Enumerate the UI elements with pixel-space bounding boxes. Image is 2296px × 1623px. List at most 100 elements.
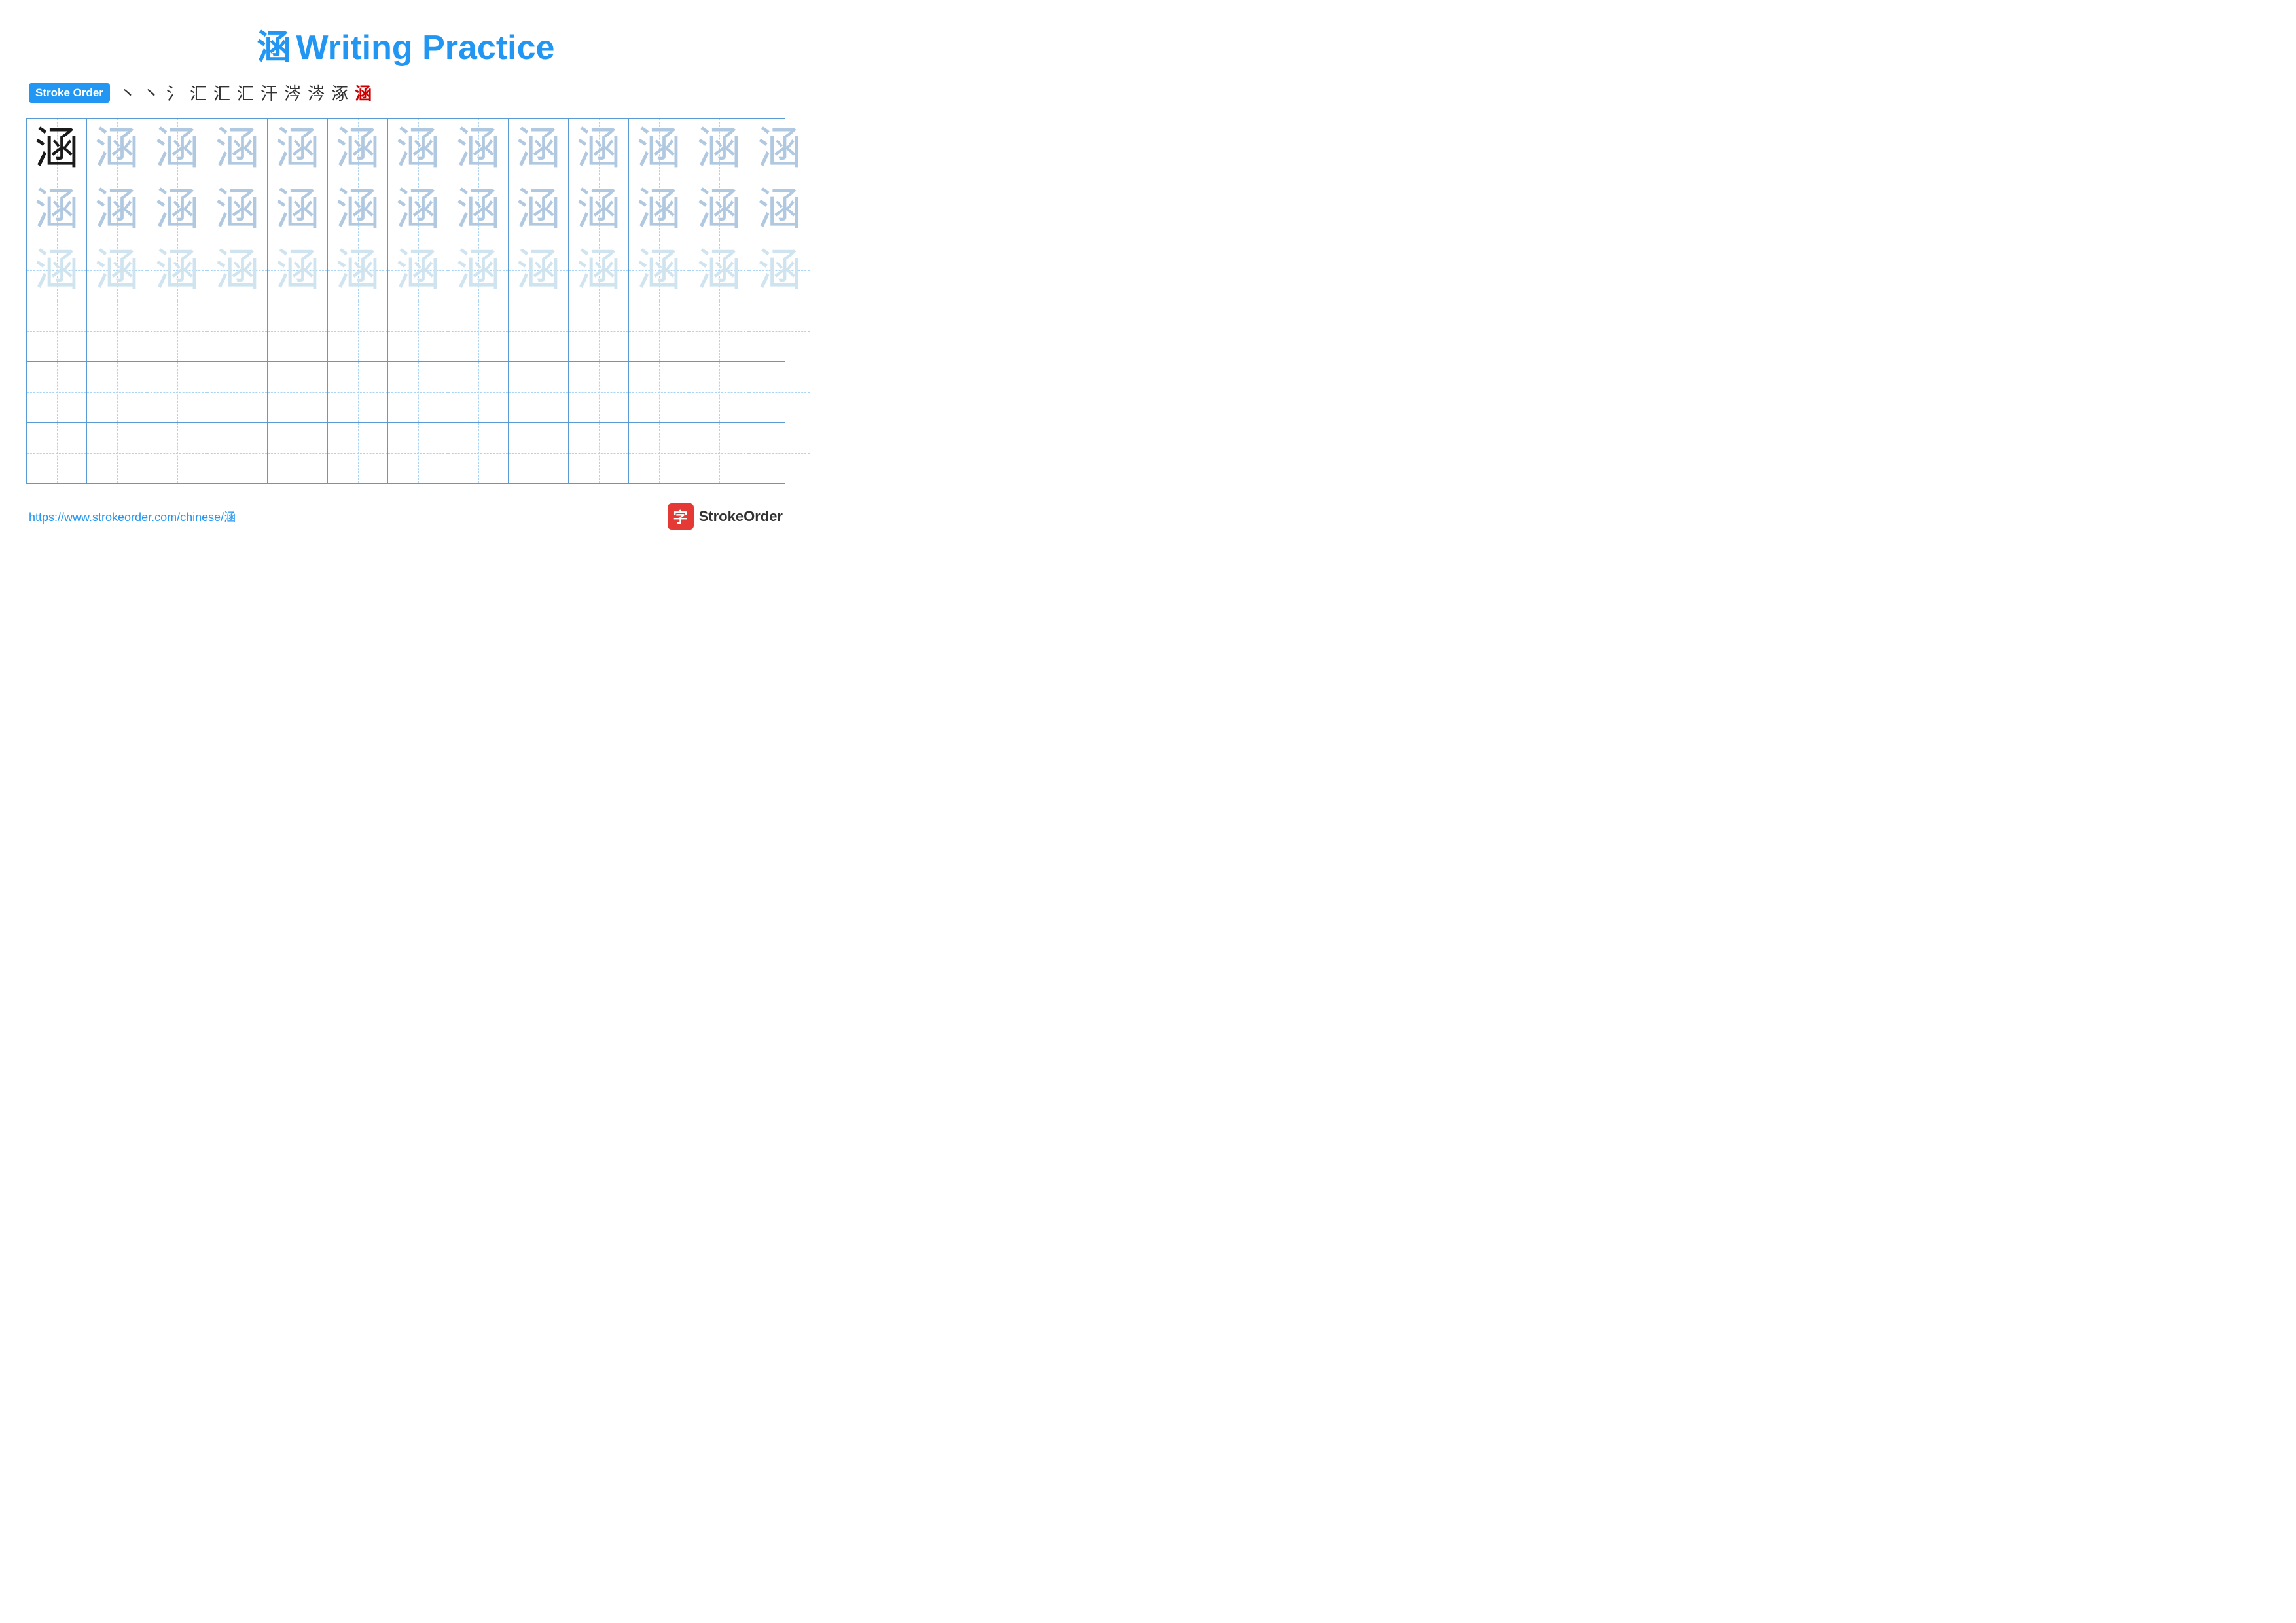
grid-cell-r1-c7[interactable]: 涵 (388, 119, 448, 179)
cell-character: 涵 (215, 126, 259, 171)
grid-cell-r6-c3[interactable] (147, 423, 207, 483)
grid-cell-r1-c11[interactable]: 涵 (629, 119, 689, 179)
grid-cell-r4-c6[interactable] (328, 301, 388, 361)
grid-cell-r6-c4[interactable] (207, 423, 268, 483)
grid-cell-r6-c11[interactable] (629, 423, 689, 483)
stroke-11-final: 涵 (355, 81, 372, 105)
brand-icon: 字 (668, 503, 694, 530)
grid-cell-r6-c12[interactable] (689, 423, 749, 483)
grid-cell-r3-c4[interactable]: 涵 (207, 240, 268, 301)
stroke-9: 涔 (308, 81, 325, 105)
cell-character: 涵 (576, 187, 620, 232)
grid-row-3: 涵涵涵涵涵涵涵涵涵涵涵涵涵 (27, 240, 785, 301)
grid-cell-r2-c2[interactable]: 涵 (87, 179, 147, 240)
grid-cell-r5-c1[interactable] (27, 362, 87, 422)
grid-cell-r5-c10[interactable] (569, 362, 629, 422)
grid-cell-r1-c4[interactable]: 涵 (207, 119, 268, 179)
grid-cell-r3-c1[interactable]: 涵 (27, 240, 87, 301)
grid-cell-r6-c7[interactable] (388, 423, 448, 483)
grid-cell-r4-c10[interactable] (569, 301, 629, 361)
cell-character: 涵 (456, 187, 500, 232)
grid-cell-r3-c12[interactable]: 涵 (689, 240, 749, 301)
grid-cell-r2-c8[interactable]: 涵 (448, 179, 509, 240)
grid-cell-r1-c13[interactable]: 涵 (749, 119, 810, 179)
grid-cell-r5-c13[interactable] (749, 362, 810, 422)
grid-cell-r3-c10[interactable]: 涵 (569, 240, 629, 301)
grid-cell-r4-c7[interactable] (388, 301, 448, 361)
grid-cell-r5-c2[interactable] (87, 362, 147, 422)
cell-character: 涵 (456, 126, 500, 171)
grid-cell-r2-c3[interactable]: 涵 (147, 179, 207, 240)
grid-cell-r2-c5[interactable]: 涵 (268, 179, 328, 240)
grid-cell-r3-c3[interactable]: 涵 (147, 240, 207, 301)
grid-cell-r1-c12[interactable]: 涵 (689, 119, 749, 179)
grid-cell-r1-c2[interactable]: 涵 (87, 119, 147, 179)
grid-cell-r5-c7[interactable] (388, 362, 448, 422)
grid-cell-r3-c2[interactable]: 涵 (87, 240, 147, 301)
grid-cell-r2-c9[interactable]: 涵 (509, 179, 569, 240)
grid-cell-r4-c3[interactable] (147, 301, 207, 361)
grid-cell-r4-c5[interactable] (268, 301, 328, 361)
cell-character: 涵 (516, 248, 560, 293)
grid-cell-r6-c9[interactable] (509, 423, 569, 483)
grid-cell-r5-c5[interactable] (268, 362, 328, 422)
grid-cell-r2-c1[interactable]: 涵 (27, 179, 87, 240)
page-title: 涵Writing Practice (26, 20, 785, 69)
cell-character: 涵 (696, 248, 741, 293)
grid-cell-r4-c9[interactable] (509, 301, 569, 361)
grid-cell-r6-c8[interactable] (448, 423, 509, 483)
grid-cell-r5-c9[interactable] (509, 362, 569, 422)
stroke-order-row: Stroke Order 丶 丶 氵 汇 汇 汇 汗 涔 涔 涿 涵 (26, 81, 785, 105)
grid-cell-r5-c3[interactable] (147, 362, 207, 422)
cell-character: 涵 (636, 126, 681, 171)
grid-cell-r4-c1[interactable] (27, 301, 87, 361)
grid-row-4 (27, 301, 785, 362)
grid-cell-r4-c13[interactable] (749, 301, 810, 361)
grid-cell-r1-c3[interactable]: 涵 (147, 119, 207, 179)
grid-cell-r2-c12[interactable]: 涵 (689, 179, 749, 240)
grid-cell-r3-c8[interactable]: 涵 (448, 240, 509, 301)
grid-cell-r3-c9[interactable]: 涵 (509, 240, 569, 301)
grid-cell-r5-c4[interactable] (207, 362, 268, 422)
grid-cell-r6-c2[interactable] (87, 423, 147, 483)
grid-cell-r6-c13[interactable] (749, 423, 810, 483)
grid-cell-r2-c10[interactable]: 涵 (569, 179, 629, 240)
grid-cell-r5-c8[interactable] (448, 362, 509, 422)
grid-cell-r2-c6[interactable]: 涵 (328, 179, 388, 240)
grid-cell-r4-c8[interactable] (448, 301, 509, 361)
stroke-2: 丶 (143, 81, 160, 105)
footer-url-link[interactable]: https://www.strokeorder.com/chinese/涵 (29, 508, 236, 525)
cell-character: 涵 (636, 248, 681, 293)
grid-cell-r5-c12[interactable] (689, 362, 749, 422)
grid-cell-r2-c13[interactable]: 涵 (749, 179, 810, 240)
grid-cell-r1-c5[interactable]: 涵 (268, 119, 328, 179)
stroke-3: 氵 (166, 81, 183, 105)
cell-character: 涵 (757, 126, 802, 171)
stroke-8: 涔 (284, 81, 301, 105)
grid-cell-r6-c5[interactable] (268, 423, 328, 483)
grid-cell-r6-c10[interactable] (569, 423, 629, 483)
grid-cell-r1-c1[interactable]: 涵 (27, 119, 87, 179)
grid-cell-r2-c7[interactable]: 涵 (388, 179, 448, 240)
grid-cell-r4-c2[interactable] (87, 301, 147, 361)
grid-cell-r1-c8[interactable]: 涵 (448, 119, 509, 179)
grid-cell-r5-c11[interactable] (629, 362, 689, 422)
grid-cell-r2-c11[interactable]: 涵 (629, 179, 689, 240)
cell-character: 涵 (576, 248, 620, 293)
grid-cell-r3-c11[interactable]: 涵 (629, 240, 689, 301)
grid-cell-r4-c11[interactable] (629, 301, 689, 361)
grid-cell-r1-c10[interactable]: 涵 (569, 119, 629, 179)
grid-cell-r4-c12[interactable] (689, 301, 749, 361)
grid-cell-r3-c7[interactable]: 涵 (388, 240, 448, 301)
grid-cell-r2-c4[interactable]: 涵 (207, 179, 268, 240)
grid-cell-r3-c6[interactable]: 涵 (328, 240, 388, 301)
grid-cell-r6-c1[interactable] (27, 423, 87, 483)
grid-cell-r1-c9[interactable]: 涵 (509, 119, 569, 179)
cell-character: 涵 (335, 248, 380, 293)
grid-cell-r4-c4[interactable] (207, 301, 268, 361)
grid-cell-r3-c5[interactable]: 涵 (268, 240, 328, 301)
grid-cell-r5-c6[interactable] (328, 362, 388, 422)
grid-cell-r3-c13[interactable]: 涵 (749, 240, 810, 301)
grid-cell-r1-c6[interactable]: 涵 (328, 119, 388, 179)
grid-cell-r6-c6[interactable] (328, 423, 388, 483)
